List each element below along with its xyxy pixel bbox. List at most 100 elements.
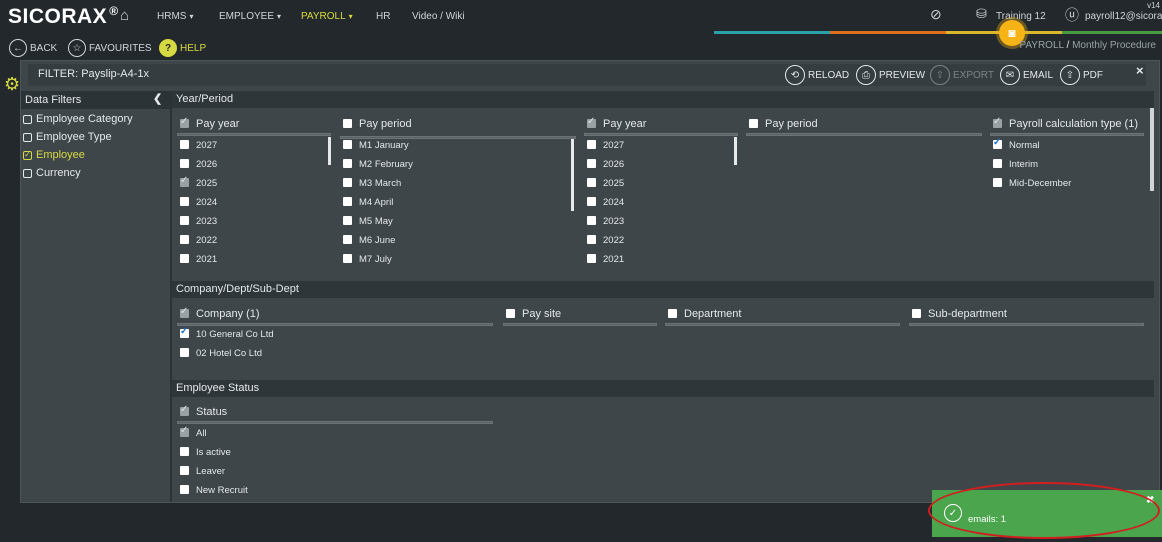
nav-hr[interactable]: HR	[376, 11, 390, 22]
email-icon: ✉	[1000, 65, 1020, 85]
pay-period-2-search[interactable]	[746, 133, 982, 136]
status-header[interactable]: Status	[180, 404, 227, 418]
select-all-checkbox[interactable]	[180, 404, 189, 416]
department-header[interactable]: Department	[668, 308, 741, 320]
preview-button[interactable]: ⎙ PREVIEW	[856, 64, 925, 86]
calc-type-option-interim[interactable]: Interim	[993, 159, 1038, 170]
calc-type-option-normal[interactable]: Normal	[993, 137, 1040, 151]
select-all-checkbox[interactable]	[343, 119, 352, 128]
nav-video-wiki[interactable]: Video / Wiki	[412, 11, 465, 22]
favourites-button[interactable]: ☆ FAVOURITES	[68, 38, 152, 58]
pay-period-option[interactable]: M5 May	[343, 216, 393, 227]
company-option[interactable]: 10 General Co Ltd	[180, 326, 274, 340]
pay-year-option[interactable]: 2026	[180, 159, 217, 170]
user-email[interactable]: payroll12@sicorax	[1085, 11, 1162, 22]
nav-employee[interactable]: EMPLOYEE ▾	[219, 11, 281, 22]
pay-period-option[interactable]: M2 February	[343, 159, 413, 170]
breadcrumb-page: Monthly Procedure	[1072, 40, 1156, 51]
stripe-teal	[714, 31, 830, 34]
company-search[interactable]	[177, 323, 493, 326]
collapse-icon[interactable]: ❮	[153, 92, 162, 105]
pay-period-option[interactable]: M1 January	[343, 140, 409, 151]
calc-type-search[interactable]	[990, 133, 1144, 136]
sidebar-item-employee[interactable]: ✓ Employee	[23, 149, 85, 161]
pay-year-option[interactable]: 2027	[180, 140, 217, 151]
pay-period-2-header[interactable]: Pay period	[749, 118, 818, 130]
pay-year-2-option[interactable]: 2023	[587, 216, 624, 227]
company-option[interactable]: 02 Hotel Co Ltd	[180, 348, 262, 359]
sidebar-title: Data Filters	[25, 94, 82, 106]
home-icon[interactable]: ⌂	[120, 7, 129, 24]
pay-year-header[interactable]: Pay year	[180, 116, 239, 130]
pay-site-search[interactable]	[503, 323, 657, 326]
pay-period-scrollbar[interactable]	[571, 139, 574, 211]
back-button[interactable]: ← BACK	[9, 38, 57, 58]
pay-year-option[interactable]: 2023	[180, 216, 217, 227]
select-all-checkbox[interactable]	[587, 116, 596, 128]
calc-type-header[interactable]: Payroll calculation type (1)	[993, 116, 1138, 130]
pay-year-2-option[interactable]: 2026	[587, 159, 624, 170]
select-all-checkbox[interactable]	[180, 306, 189, 318]
gear-icon[interactable]: ⚙	[4, 74, 20, 95]
sidebar-item-currency[interactable]: Currency	[23, 167, 81, 179]
reload-button[interactable]: ⟲ RELOAD	[785, 64, 849, 86]
pay-year-option[interactable]: 2022	[180, 235, 217, 246]
section-year-period: Year/Period	[172, 91, 1154, 108]
select-all-checkbox[interactable]	[180, 116, 189, 128]
pay-period-option[interactable]: M3 March	[343, 178, 401, 189]
department-search[interactable]	[665, 323, 900, 326]
pay-year-2-option[interactable]: 2025	[587, 178, 624, 189]
sub-department-header[interactable]: Sub-department	[912, 308, 1007, 320]
stripe-green	[1062, 31, 1162, 34]
select-all-checkbox[interactable]	[993, 116, 1002, 128]
sub-department-search[interactable]	[909, 323, 1144, 326]
pay-year-2-option[interactable]: 2021	[587, 254, 624, 265]
status-option[interactable]: Is active	[180, 447, 231, 458]
pay-year-2-option[interactable]: 2024	[587, 197, 624, 208]
select-all-checkbox[interactable]	[749, 119, 758, 128]
close-filter-button[interactable]: ×	[1136, 63, 1144, 78]
nav-payroll[interactable]: PAYROLL ▾	[301, 11, 353, 22]
pay-year-2-scrollbar[interactable]	[734, 137, 737, 165]
back-arrow-icon: ←	[9, 39, 27, 57]
user-icon: ⓤ	[1065, 7, 1079, 23]
pay-site-header[interactable]: Pay site	[506, 308, 561, 320]
email-button[interactable]: ✉ EMAIL	[1000, 64, 1053, 86]
help-button[interactable]: ? HELP	[159, 38, 206, 58]
export-button[interactable]: ⇧ EXPORT	[930, 64, 994, 86]
pay-period-option[interactable]: M4 April	[343, 197, 393, 208]
select-all-checkbox[interactable]	[668, 309, 677, 318]
pay-year-option[interactable]: 2024	[180, 197, 217, 208]
star-icon: ☆	[68, 39, 86, 57]
pay-period-header[interactable]: Pay period	[343, 118, 412, 130]
help-icon: ?	[159, 39, 177, 57]
status-option[interactable]: New Recruit	[180, 485, 248, 496]
status-option[interactable]: Leaver	[180, 466, 225, 477]
pay-period-option[interactable]: M6 June	[343, 235, 395, 246]
sicorax-logo[interactable]: SICORAX ®	[8, 4, 119, 29]
pay-period-search[interactable]	[340, 136, 576, 139]
pdf-button[interactable]: ⇧ PDF	[1060, 64, 1103, 86]
sidebar-item-employee-category[interactable]: Employee Category	[23, 113, 133, 125]
section-company: Company/Dept/Sub-Dept	[172, 281, 1154, 298]
pay-year-2-option[interactable]: 2027	[587, 140, 624, 151]
select-all-checkbox[interactable]	[912, 309, 921, 318]
select-all-checkbox[interactable]	[506, 309, 515, 318]
nav-hrms[interactable]: HRMS ▾	[157, 11, 193, 22]
sidebar-item-employee-type[interactable]: Employee Type	[23, 131, 112, 143]
pay-year-2-header[interactable]: Pay year	[587, 116, 646, 130]
calc-type-option-mid-december[interactable]: Mid-December	[993, 178, 1071, 189]
pay-year-2-search[interactable]	[584, 133, 738, 136]
pay-year-option[interactable]: 2025	[180, 175, 217, 189]
breadcrumb-root[interactable]: PAYROLL	[1019, 40, 1063, 51]
no-sync-icon[interactable]: ⊘	[930, 6, 942, 23]
pay-period-option[interactable]: M7 July	[343, 254, 392, 265]
company-header[interactable]: Company (1)	[180, 306, 260, 320]
training-label[interactable]: Training 12	[996, 11, 1046, 22]
pay-year-search[interactable]	[177, 133, 331, 136]
pay-year-scrollbar[interactable]	[328, 137, 331, 165]
status-option[interactable]: All	[180, 425, 207, 439]
status-search[interactable]	[177, 421, 493, 424]
pay-year-option[interactable]: 2021	[180, 254, 217, 265]
pay-year-2-option[interactable]: 2022	[587, 235, 624, 246]
